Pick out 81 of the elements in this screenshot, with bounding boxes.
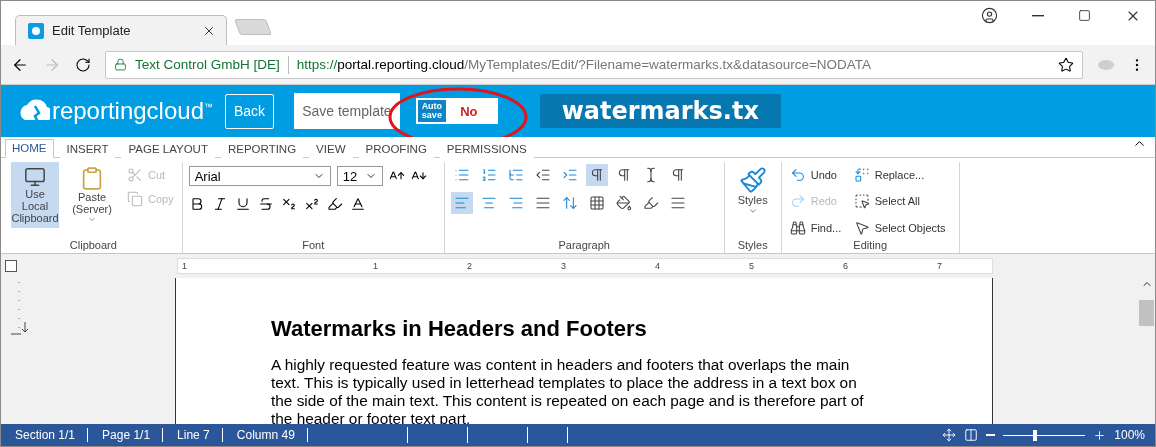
body-text-line: the side of the main text. This content is repeated on each page and is therefore part of bbox=[271, 392, 865, 410]
borders-icon bbox=[588, 195, 605, 211]
logo-text: reportingcloud$^{™}$ bbox=[51, 97, 213, 125]
styles-button[interactable]: Styles bbox=[730, 162, 775, 228]
subscript-icon bbox=[280, 196, 297, 212]
superscript-icon bbox=[303, 196, 320, 212]
align-left-icon bbox=[453, 195, 470, 211]
redo-icon bbox=[789, 193, 806, 210]
line-style-icon bbox=[669, 195, 686, 211]
file-name: watermarks.tx bbox=[539, 94, 781, 128]
select-all-icon bbox=[853, 193, 870, 210]
editing-button[interactable]: Find... bbox=[787, 216, 852, 239]
justify-icon bbox=[534, 195, 551, 211]
undo-icon bbox=[789, 167, 806, 184]
browser-tab[interactable]: Edit Template bbox=[15, 15, 227, 45]
body-text-line: text. This is typically used in letterhead templates to place the address in a text box on bbox=[271, 374, 858, 392]
url-text: https://portal.reporting.cloud/MyTemplates/Edit/?Filename=watermarks.tx&datasource=NODATA bbox=[296, 57, 872, 72]
group-title: Editing bbox=[852, 239, 888, 253]
autosave-toggle[interactable]: Auto save No bbox=[415, 98, 498, 124]
multilevel-list-icon bbox=[507, 167, 524, 183]
left-to-right-button[interactable] bbox=[585, 164, 608, 186]
align-left-button[interactable] bbox=[450, 192, 473, 214]
horizontal-ruler: 1 1 2 3 4 5 6 7 bbox=[177, 258, 993, 274]
paste-button[interactable]: Paste (Server) bbox=[65, 162, 119, 228]
underline-icon bbox=[234, 196, 251, 212]
bullet-list-icon bbox=[453, 167, 470, 183]
frame-color-icon bbox=[642, 195, 659, 211]
numbered-list-icon bbox=[480, 167, 497, 183]
shading-icon bbox=[615, 195, 632, 211]
editing-button[interactable]: Undo bbox=[787, 164, 852, 187]
address-field[interactable]: Text Control GmbH [DE] https://portal.reporting.cloud/MyTemplates/Edit/?Filename=watermarks.tx&datasource=NODATA bbox=[105, 50, 1083, 79]
save-template-button[interactable]: Save template bbox=[294, 93, 400, 129]
editing-button[interactable]: Replace... bbox=[851, 164, 962, 187]
highlight-icon bbox=[326, 196, 343, 212]
editing-button[interactable]: Select All bbox=[851, 190, 962, 213]
status-item: Column 49 bbox=[222, 428, 308, 442]
styles-brush-icon bbox=[738, 166, 767, 194]
increase-indent-icon bbox=[561, 167, 578, 183]
lock-icon bbox=[114, 58, 127, 71]
maximize-icon bbox=[1078, 9, 1091, 22]
group-title: Styles bbox=[736, 239, 769, 253]
scissors-icon bbox=[127, 167, 143, 183]
body-text-line: the header or footer text part. bbox=[271, 410, 472, 428]
font-size-select[interactable]: 12 bbox=[336, 166, 383, 186]
dropdown-icon bbox=[747, 206, 758, 216]
document-heading: Watermarks in Headers and Footers bbox=[271, 316, 648, 342]
reload-icon bbox=[75, 56, 91, 73]
group-title: Font bbox=[301, 239, 326, 253]
decrease-indent-icon bbox=[534, 167, 551, 183]
site-identity: Text Control GmbH [DE] bbox=[135, 57, 280, 72]
zoom-thumb[interactable] bbox=[1032, 429, 1037, 441]
zoom-in-icon bbox=[1093, 428, 1107, 442]
pointer-icon bbox=[853, 219, 870, 236]
align-center-icon bbox=[480, 195, 497, 211]
status-item: Page 1/1 bbox=[88, 428, 164, 442]
zoom-reading: 100% bbox=[1114, 428, 1145, 442]
group-title: Paragraph bbox=[557, 239, 611, 253]
align-right-icon bbox=[507, 195, 524, 211]
dropdown-icon bbox=[87, 215, 97, 224]
replace-icon bbox=[853, 167, 870, 184]
status-item: Line 7 bbox=[163, 428, 223, 442]
strikethrough-icon bbox=[257, 196, 274, 212]
star-icon bbox=[1058, 56, 1074, 73]
body-text-line: A highly requested feature was content in headers and footers that overlaps the main bbox=[271, 356, 851, 374]
scrollbar-thumb[interactable] bbox=[1139, 300, 1154, 326]
tab-title: Edit Template bbox=[52, 23, 132, 38]
line-spacing-icon bbox=[561, 195, 578, 211]
editing-button[interactable]: Select Objects bbox=[851, 216, 962, 239]
fit-width-icon bbox=[964, 428, 979, 442]
font-select[interactable]: Arial bbox=[188, 166, 331, 186]
status-item: Section 1/1 bbox=[1, 428, 89, 442]
fit-page-icon bbox=[942, 428, 957, 442]
tab-stop-selector[interactable] bbox=[5, 260, 17, 272]
group-title: Clipboard bbox=[68, 239, 118, 253]
font-color-icon bbox=[349, 196, 366, 212]
binoculars-icon bbox=[789, 219, 806, 236]
copy-icon bbox=[127, 191, 143, 207]
use-local-clipboard-button[interactable]: Use Local Clipboard bbox=[11, 162, 59, 228]
ribbon-tab[interactable]: HOME bbox=[5, 139, 54, 158]
profile-icon bbox=[981, 7, 998, 24]
minimize-icon bbox=[1032, 14, 1044, 17]
